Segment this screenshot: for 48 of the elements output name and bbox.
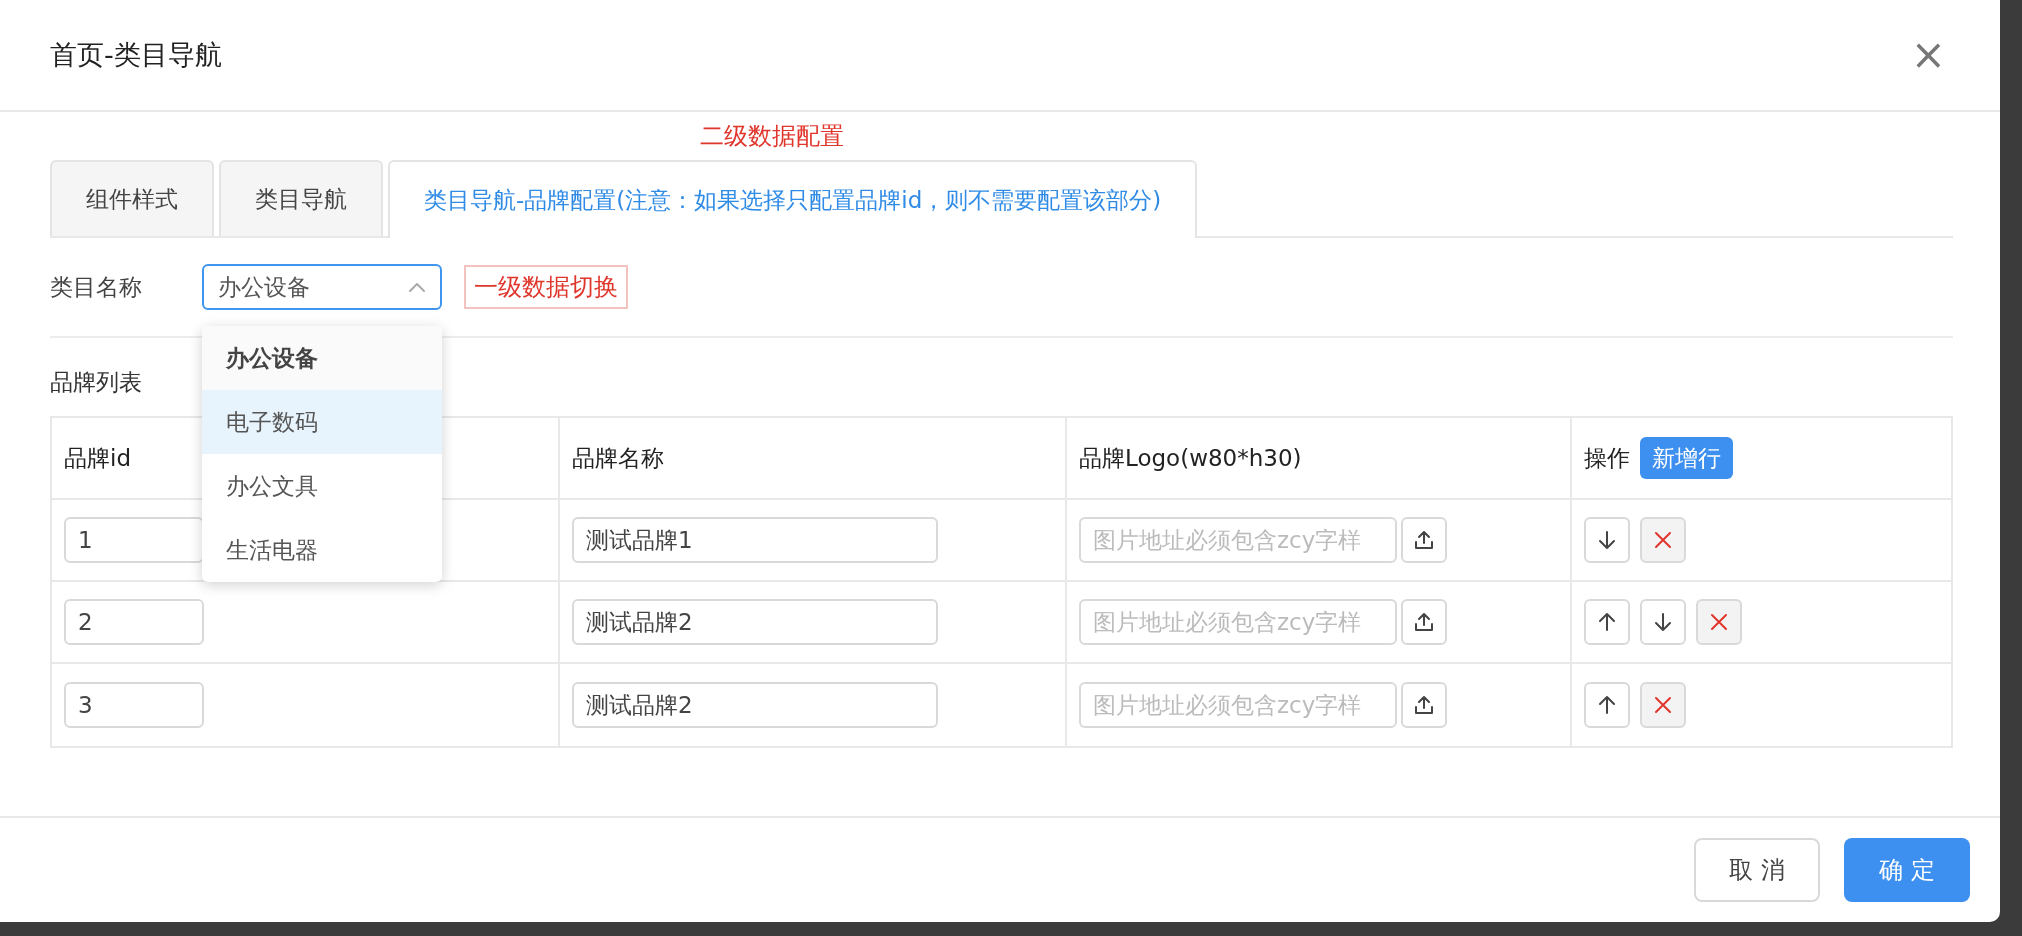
id-input[interactable]: 2 bbox=[64, 599, 204, 645]
move-down-button[interactable] bbox=[1640, 599, 1686, 645]
upload-button[interactable] bbox=[1401, 682, 1447, 728]
column-header: 品牌名称 bbox=[572, 443, 664, 473]
delete-button[interactable] bbox=[1640, 682, 1686, 728]
arrow-up-icon bbox=[1596, 611, 1618, 633]
dropdown-option[interactable]: 生活电器 bbox=[202, 518, 442, 582]
upload-icon bbox=[1413, 611, 1435, 633]
close-icon bbox=[1708, 611, 1730, 633]
column-header: 品牌id bbox=[64, 443, 131, 473]
arrow-up-icon bbox=[1596, 694, 1618, 716]
dropdown-option[interactable]: 办公文具 bbox=[202, 454, 442, 518]
dropdown-option[interactable]: 电子数码 bbox=[202, 390, 442, 454]
arrow-down-icon bbox=[1652, 611, 1674, 633]
tab[interactable]: 类目导航 bbox=[219, 160, 383, 236]
field-label: 类目名称 bbox=[50, 272, 143, 302]
move-up-button[interactable] bbox=[1584, 599, 1630, 645]
upload-icon bbox=[1413, 694, 1435, 716]
logo-url-input[interactable]: 图片地址必须包含zcy字样 bbox=[1079, 599, 1397, 645]
column-header: 品牌Logo(w80*h30) bbox=[1079, 443, 1302, 473]
logo-url-input[interactable]: 图片地址必须包含zcy字样 bbox=[1079, 682, 1397, 728]
annotation-label: 一级数据切换 bbox=[464, 265, 628, 309]
dialog-title: 首页-类目导航 bbox=[50, 37, 222, 72]
annotation-text: 二级数据配置 bbox=[700, 121, 844, 152]
close-button[interactable]: × bbox=[1906, 34, 1950, 76]
move-down-button[interactable] bbox=[1584, 517, 1630, 563]
upload-button[interactable] bbox=[1401, 517, 1447, 563]
arrow-down-icon bbox=[1596, 529, 1618, 551]
category-select[interactable]: 办公设备 bbox=[202, 264, 442, 310]
section-title: 品牌列表 bbox=[50, 367, 142, 397]
id-input[interactable]: 1 bbox=[64, 517, 204, 563]
tab[interactable]: 类目导航-品牌配置(注意：如果选择只配置品牌id，则不需要配置该部分) bbox=[388, 160, 1198, 238]
logo-url-input[interactable]: 图片地址必须包含zcy字样 bbox=[1079, 517, 1397, 563]
cancel-button[interactable]: 取 消 bbox=[1694, 838, 1820, 902]
id-input[interactable]: 3 bbox=[64, 682, 204, 728]
delete-button[interactable] bbox=[1640, 517, 1686, 563]
name-input[interactable]: 测试品牌2 bbox=[572, 599, 938, 645]
delete-button[interactable] bbox=[1696, 599, 1742, 645]
close-icon bbox=[1652, 694, 1674, 716]
tab[interactable]: 组件样式 bbox=[50, 160, 214, 236]
upload-button[interactable] bbox=[1401, 599, 1447, 645]
move-up-button[interactable] bbox=[1584, 682, 1630, 728]
column-header: 操作 bbox=[1584, 443, 1630, 473]
upload-icon bbox=[1413, 529, 1435, 551]
name-input[interactable]: 测试品牌2 bbox=[572, 682, 938, 728]
dropdown-option[interactable]: 办公设备 bbox=[202, 326, 442, 390]
close-icon bbox=[1652, 529, 1674, 551]
name-input[interactable]: 测试品牌1 bbox=[572, 517, 938, 563]
